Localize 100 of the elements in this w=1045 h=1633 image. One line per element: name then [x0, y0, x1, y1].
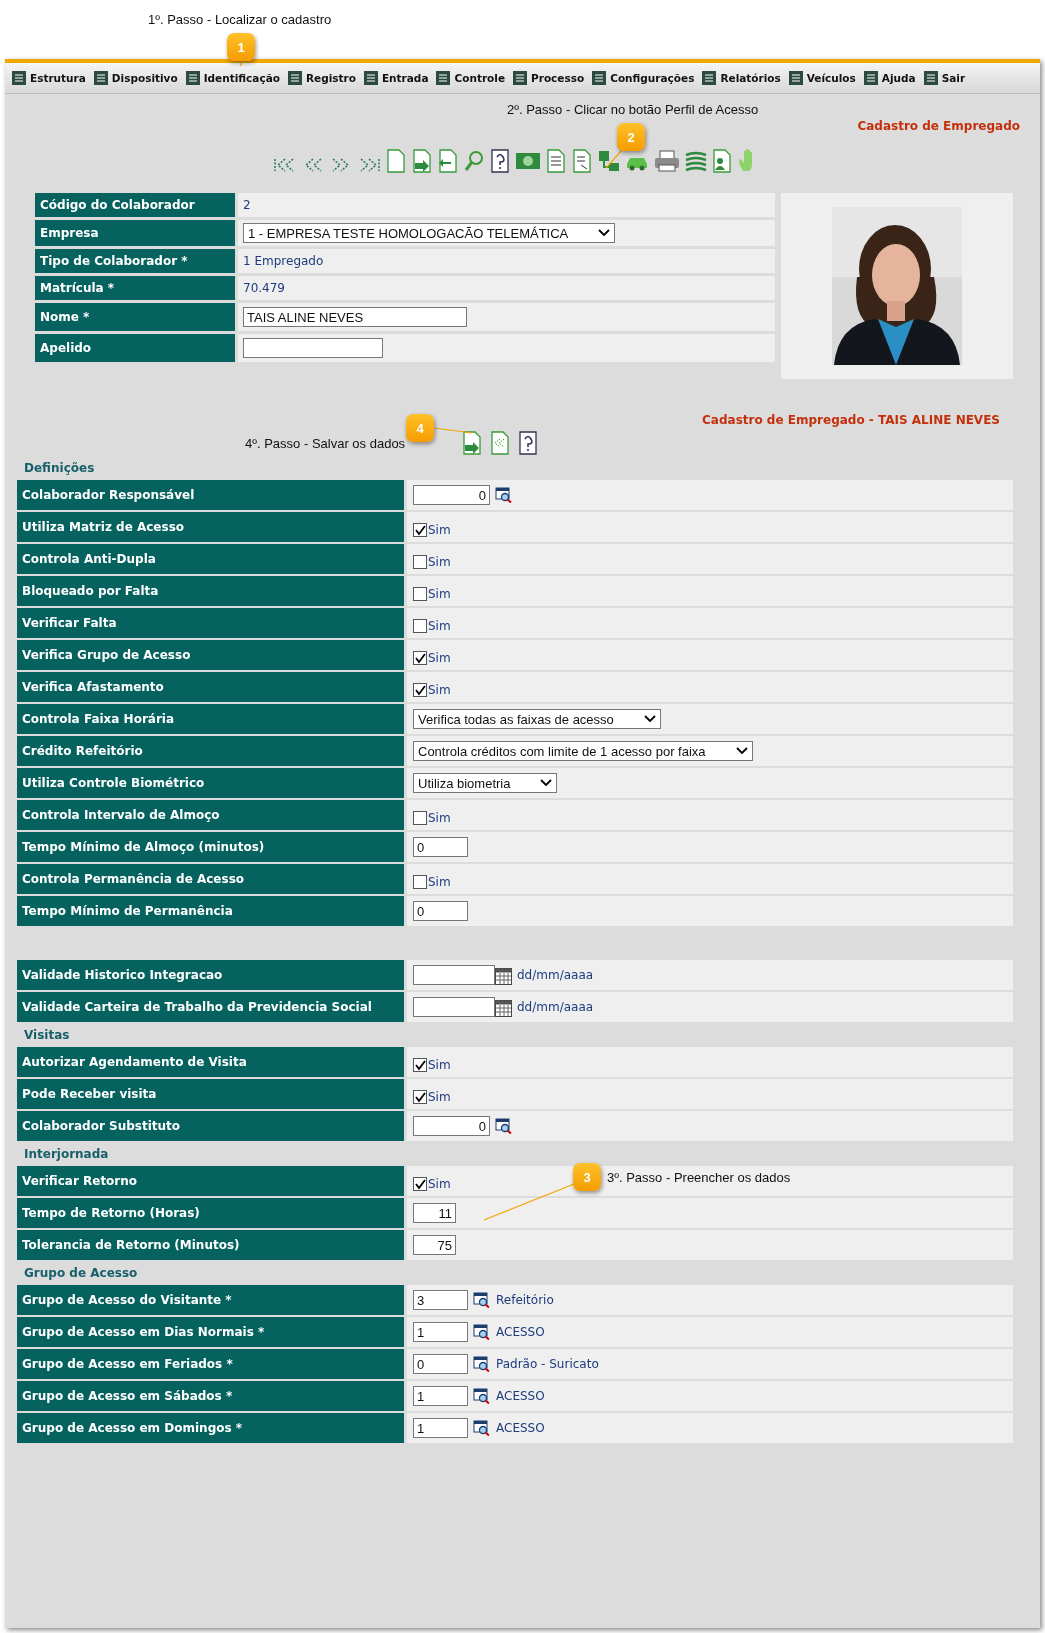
- checkbox-label[interactable]: Sim: [428, 555, 451, 569]
- dropdown[interactable]: Utiliza biometria: [413, 773, 558, 793]
- menu-label: Controle: [454, 72, 505, 84]
- checkbox[interactable]: [413, 587, 427, 601]
- menu-item[interactable]: Configurações: [591, 70, 695, 86]
- dropdown[interactable]: 1 - EMPRESA TESTE HOMOLOGACÃO TELEMÁTICA: [243, 223, 616, 243]
- undo-icon[interactable]: [437, 149, 459, 173]
- group-link[interactable]: Refeitório: [496, 1293, 554, 1307]
- number-field[interactable]: 1: [413, 1418, 468, 1438]
- number-field[interactable]: 3: [413, 1290, 468, 1310]
- profile-document-icon[interactable]: [571, 149, 593, 173]
- search-icon[interactable]: [473, 1292, 491, 1308]
- menu-item[interactable]: Entrada: [362, 70, 429, 86]
- field-label: Crédito Refeitório: [17, 736, 404, 766]
- checkbox[interactable]: [413, 1177, 427, 1191]
- number-field[interactable]: 11: [413, 1203, 456, 1223]
- checkbox-label[interactable]: Sim: [428, 1058, 451, 1072]
- search-icon[interactable]: [473, 1324, 491, 1340]
- menu-item[interactable]: Veículos: [787, 70, 856, 86]
- checkbox[interactable]: [413, 875, 427, 889]
- checkbox[interactable]: [413, 619, 427, 633]
- window-icon: [591, 70, 608, 86]
- field-label: Controla Permanência de Acesso: [17, 864, 404, 894]
- help-icon[interactable]: [489, 149, 511, 173]
- record-title: Cadastro de Empregado - TAIS ALINE NEVES: [702, 413, 1000, 429]
- menu-item[interactable]: Ajuda: [862, 70, 916, 86]
- field-label: Verifica Afastamento: [17, 672, 404, 702]
- back-icon[interactable]: [489, 431, 512, 455]
- checkbox[interactable]: [413, 683, 427, 697]
- calendar-icon[interactable]: [495, 968, 512, 985]
- menu-item[interactable]: Controle: [435, 70, 505, 86]
- number-field[interactable]: 1: [413, 1322, 468, 1342]
- field-label: Tipo de Colaborador *: [35, 249, 235, 273]
- checkbox-label[interactable]: Sim: [428, 683, 451, 697]
- checkbox-label[interactable]: Sim: [428, 1177, 451, 1191]
- field-label: Matrícula *: [35, 276, 235, 300]
- checkbox-label[interactable]: Sim: [428, 651, 451, 665]
- checkbox[interactable]: [413, 1090, 427, 1104]
- number-field[interactable]: 0: [413, 1354, 468, 1374]
- save-icon[interactable]: [411, 149, 433, 173]
- help-icon[interactable]: [517, 431, 540, 455]
- window-icon: [922, 70, 939, 86]
- group-link[interactable]: ACESSO: [496, 1389, 545, 1403]
- person-document-icon[interactable]: [711, 149, 733, 173]
- menu-item[interactable]: Dispositivo: [92, 70, 178, 86]
- checkbox-label[interactable]: Sim: [428, 587, 451, 601]
- text-field[interactable]: [243, 338, 383, 358]
- field-label: Verificar Retorno: [17, 1166, 404, 1196]
- checkbox-label[interactable]: Sim: [428, 875, 451, 889]
- search-icon[interactable]: [473, 1420, 491, 1436]
- number-field[interactable]: 0: [413, 1116, 490, 1136]
- printer-icon[interactable]: [653, 149, 681, 173]
- menu-item[interactable]: Registro: [286, 70, 356, 86]
- menu-label: Registro: [305, 72, 356, 84]
- new-document-icon[interactable]: [385, 149, 407, 173]
- save-icon[interactable]: [461, 431, 484, 455]
- checkbox-label[interactable]: Sim: [428, 1090, 451, 1104]
- search-icon[interactable]: [495, 1118, 513, 1134]
- network-icon[interactable]: [597, 149, 621, 173]
- field-label: Colaborador Responsável: [17, 480, 404, 510]
- window-icon: [701, 70, 718, 86]
- search-icon[interactable]: [473, 1356, 491, 1372]
- menu-item[interactable]: Sair: [922, 70, 966, 86]
- checkbox-label[interactable]: Sim: [428, 523, 451, 537]
- group-link[interactable]: ACESSO: [496, 1325, 545, 1339]
- calendar-icon[interactable]: [495, 1000, 512, 1017]
- leader-line: [605, 149, 623, 169]
- field-label: Tempo Mínimo de Permanência: [17, 896, 404, 926]
- search-icon[interactable]: [495, 487, 513, 503]
- checkbox-label[interactable]: Sim: [428, 619, 451, 633]
- checkbox[interactable]: [413, 811, 427, 825]
- text-field[interactable]: TAIS ALINE NEVES: [243, 307, 467, 327]
- document-stack-icon[interactable]: [545, 149, 567, 173]
- field-label: Validade Historico Integracao: [17, 960, 404, 990]
- checkbox[interactable]: [413, 555, 427, 569]
- date-field[interactable]: [413, 965, 495, 985]
- number-field[interactable]: 1: [413, 1386, 468, 1406]
- checkbox[interactable]: [413, 651, 427, 665]
- checkbox[interactable]: [413, 1058, 427, 1072]
- group-link[interactable]: Padrão - Suricato: [496, 1357, 599, 1371]
- section-title: Definições: [24, 461, 96, 475]
- menu-item[interactable]: Processo: [512, 70, 585, 86]
- number-field[interactable]: 75: [413, 1235, 456, 1255]
- menu-item[interactable]: Relatórios: [701, 70, 781, 86]
- checkbox-label[interactable]: Sim: [428, 811, 451, 825]
- menu-item[interactable]: Identificação: [184, 70, 280, 86]
- menu-label: Configurações: [610, 72, 695, 84]
- text-field[interactable]: 0: [413, 837, 468, 857]
- menu-item[interactable]: Estrutura: [11, 70, 86, 86]
- search-icon[interactable]: [473, 1388, 491, 1404]
- dropdown[interactable]: Verifica todas as faixas de acesso: [413, 709, 661, 729]
- date-format-hint: dd/mm/aaaa: [517, 968, 594, 982]
- stripes-icon[interactable]: [685, 149, 707, 173]
- group-link[interactable]: ACESSO: [496, 1421, 545, 1435]
- field-label: Grupo de Acesso do Visitante *: [17, 1285, 404, 1315]
- date-field[interactable]: [413, 997, 495, 1017]
- checkbox[interactable]: [413, 523, 427, 537]
- number-field[interactable]: 0: [413, 485, 490, 505]
- text-field[interactable]: 0: [413, 901, 468, 921]
- dropdown[interactable]: Controla créditos com limite de 1 acesso por faixa: [413, 741, 753, 761]
